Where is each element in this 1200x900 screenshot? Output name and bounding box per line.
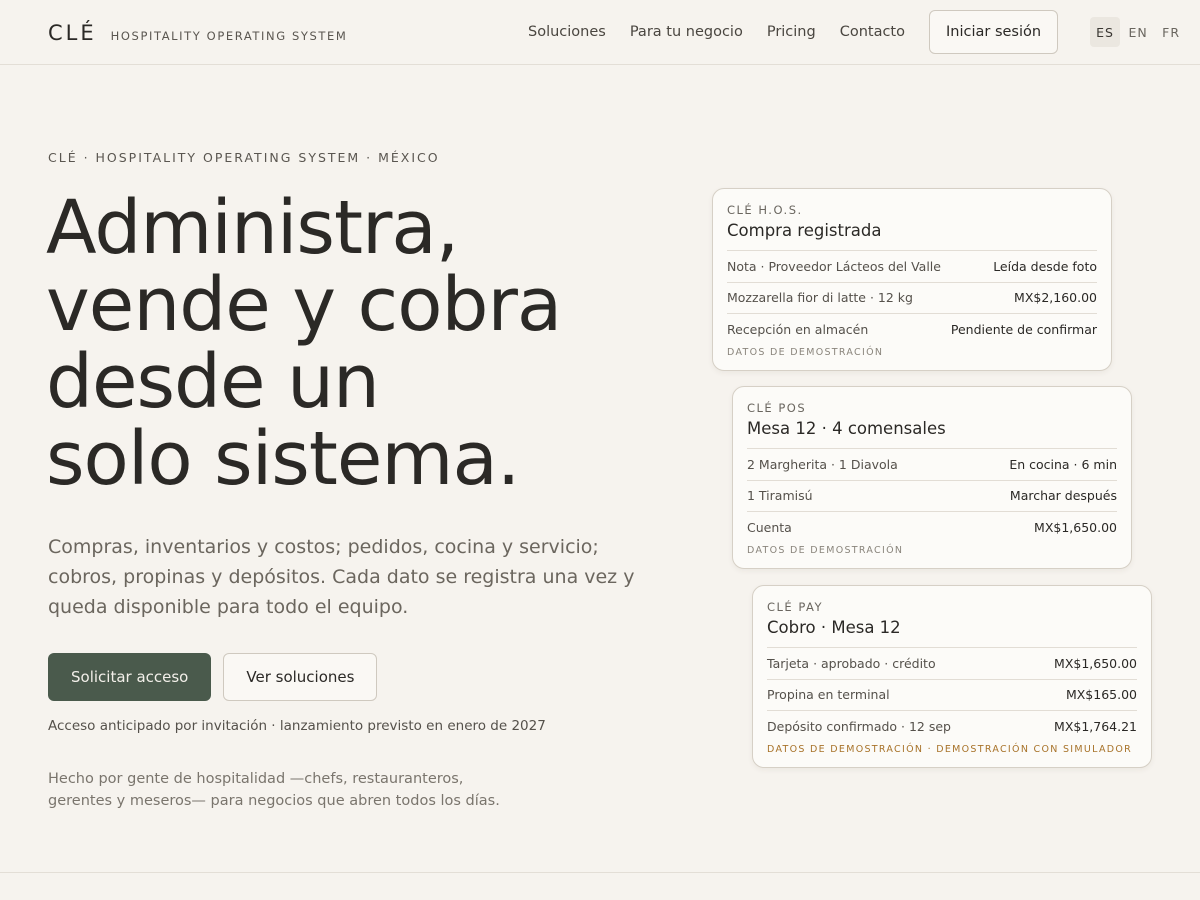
lang-es[interactable]: ES: [1090, 17, 1121, 47]
card-footer: DATOS DE DEMOSTRACIÓN: [747, 544, 904, 556]
row-value: MX$165.00: [1065, 687, 1137, 703]
card-row: Propina en terminal MX$165.00: [767, 678, 1137, 711]
hero-eyebrow: CLÉ · HOSPITALITY OPERATING SYSTEM · MÉX…: [48, 150, 440, 165]
language-switcher: ES EN FR: [1090, 17, 1189, 47]
row-key: Tarjeta · aprobado · crédito: [767, 655, 936, 671]
made-by-note: Hecho por gente de hospitalidad —chefs, …: [48, 771, 500, 809]
row-key: Nota · Proveedor Lácteos del Valle: [727, 258, 941, 274]
card-label: CLÉ H.O.S.: [727, 203, 803, 217]
card-row: Nota · Proveedor Lácteos del Valle Leída…: [727, 250, 1097, 282]
nav-pricing[interactable]: Pricing: [767, 24, 816, 40]
card-title: Compra registrada: [727, 221, 882, 240]
row-key: 2 Margherita · 1 Diavola: [747, 456, 898, 472]
brand-tagline: HOSPITALITY OPERATING SYSTEM: [110, 29, 348, 43]
row-value: MX$1,650.00: [1054, 655, 1137, 671]
row-key: 1 Tiramisú: [747, 488, 813, 504]
main-nav: Soluciones Para tu negocio Pricing Conta…: [528, 10, 1189, 54]
row-value: Leída desde foto: [993, 258, 1097, 274]
brand-logo[interactable]: CLÉ: [48, 21, 97, 45]
hero-subhead: Compras, inventarios y costos; pedidos, …: [48, 536, 635, 618]
nav-soluciones[interactable]: Soluciones: [528, 24, 606, 40]
lang-en[interactable]: EN: [1123, 17, 1153, 47]
card-row: 2 Margherita · 1 Diavola En cocina · 6 m…: [747, 448, 1117, 480]
row-value: MX$1,764.21: [1054, 718, 1137, 734]
row-key: Propina en terminal: [767, 687, 890, 703]
access-note: Acceso anticipado por invitación · lanza…: [48, 718, 546, 734]
request-access-button[interactable]: Solicitar acceso: [48, 653, 212, 701]
card-footer: DATOS DE DEMOSTRACIÓN: [727, 346, 884, 358]
card-pos-table: CLÉ POS Mesa 12 · 4 comensales 2 Margher…: [732, 386, 1132, 569]
brand[interactable]: CLÉ HOSPITALITY OPERATING SYSTEM: [48, 21, 347, 45]
card-row: Mozzarella fior di latte · 12 kg MX$2,16…: [727, 281, 1097, 314]
row-value: MX$1,650.00: [1034, 519, 1117, 535]
nav-contacto[interactable]: Contacto: [840, 24, 905, 40]
lang-fr[interactable]: FR: [1156, 17, 1186, 47]
headline-line: Administra,: [46, 185, 459, 271]
view-solutions-button[interactable]: Ver soluciones: [223, 653, 378, 701]
headline-line: desde un: [46, 339, 380, 425]
card-title: Mesa 12 · 4 comensales: [747, 419, 946, 438]
nav-para-tu-negocio[interactable]: Para tu negocio: [630, 24, 743, 40]
card-label: CLÉ POS: [747, 401, 807, 415]
row-value: En cocina · 6 min: [1009, 456, 1117, 472]
section-divider: [0, 872, 1200, 873]
site-header: CLÉ HOSPITALITY OPERATING SYSTEM Solucio…: [0, 0, 1200, 65]
row-value: MX$2,160.00: [1014, 290, 1097, 306]
row-key: Recepción en almacén: [727, 321, 869, 337]
row-value: Pendiente de confirmar: [950, 321, 1097, 337]
row-value: Marchar después: [1009, 488, 1117, 504]
card-pay-charge: CLÉ PAY Cobro · Mesa 12 Tarjeta · aproba…: [752, 585, 1152, 768]
headline-line: vende y cobra: [46, 262, 562, 348]
card-row: Depósito confirmado · 12 sep MX$1,764.21: [767, 710, 1137, 742]
row-key: Cuenta: [747, 519, 792, 535]
card-footer: DATOS DE DEMOSTRACIÓN · DEMOSTRACIÓN CON…: [767, 743, 1133, 755]
card-row: Tarjeta · aprobado · crédito MX$1,650.00: [767, 647, 1137, 679]
cta-row: Solicitar acceso Ver soluciones: [48, 653, 378, 701]
card-title: Cobro · Mesa 12: [767, 618, 901, 637]
card-row: Cuenta MX$1,650.00: [747, 511, 1117, 543]
card-row: Recepción en almacén Pendiente de confir…: [727, 313, 1097, 345]
card-row: 1 Tiramisú Marchar después: [747, 479, 1117, 512]
login-button[interactable]: Iniciar sesión: [929, 10, 1059, 54]
card-hos-purchase: CLÉ H.O.S. Compra registrada Nota · Prov…: [712, 188, 1112, 371]
headline-line: solo sistema.: [46, 416, 520, 502]
hero-headline: Administra, vende y cobra desde un solo …: [46, 190, 666, 498]
row-key: Mozzarella fior di latte · 12 kg: [727, 290, 913, 306]
row-key: Depósito confirmado · 12 sep: [767, 718, 951, 734]
card-label: CLÉ PAY: [767, 600, 824, 614]
